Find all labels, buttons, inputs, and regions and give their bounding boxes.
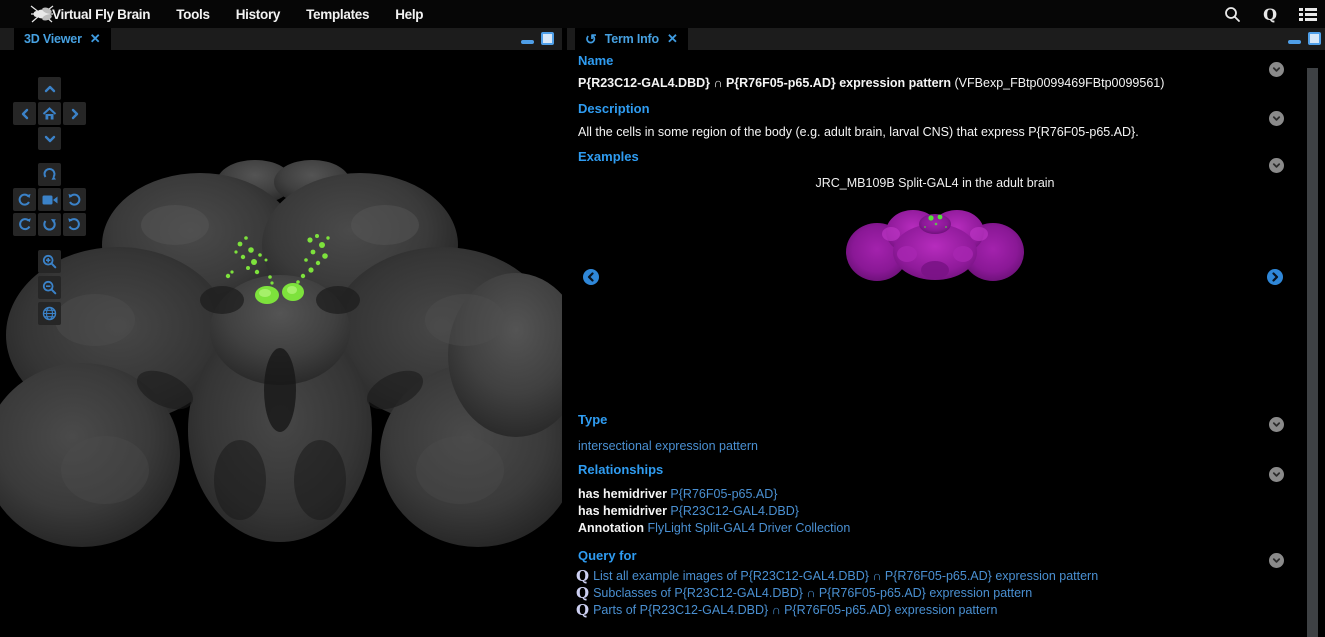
query-q-icon: Q xyxy=(576,567,589,585)
term-info-titlebar: ↺ Term Info ✕ xyxy=(567,28,1325,50)
type-section-header: Type xyxy=(578,412,607,427)
vfb-fly-logo-icon[interactable] xyxy=(28,2,56,26)
roll-reset-button[interactable] xyxy=(38,213,61,236)
pan-right-button[interactable] xyxy=(63,102,86,125)
term-info-content: Name P{R23C12-GAL4.DBD} ∩ P{R76F05-p65.A… xyxy=(567,50,1325,637)
relationship-label: has hemidriver xyxy=(578,487,667,501)
tab-3d-viewer[interactable]: 3D Viewer ✕ xyxy=(14,28,111,50)
viewer-3d-canvas[interactable] xyxy=(0,50,562,637)
query-link[interactable]: List all example images of P{R23C12-GAL4… xyxy=(593,569,1098,583)
example-brain-thumbnail[interactable] xyxy=(845,194,1025,290)
query-icon[interactable]: Q xyxy=(1263,5,1277,24)
tab-term-info[interactable]: ↺ Term Info ✕ xyxy=(575,28,688,50)
tab-term-info-label: Term Info xyxy=(605,32,659,46)
relationship-label: Annotation xyxy=(578,521,644,535)
zoom-in-button[interactable] xyxy=(38,250,61,273)
relationship-label: has hemidriver xyxy=(578,504,667,518)
relationship-row: has hemidriver P{R23C12-GAL4.DBD} xyxy=(578,504,799,518)
term-description-value: All the cells in some region of the body… xyxy=(578,125,1139,139)
viewer-maximize-icon[interactable] xyxy=(541,32,554,45)
home-button[interactable] xyxy=(38,102,61,125)
pan-left-button[interactable] xyxy=(13,102,36,125)
relationships-collapse-chevron-icon[interactable] xyxy=(1269,467,1284,482)
query-link[interactable]: Subclasses of P{R23C12-GAL4.DBD} ∩ P{R76… xyxy=(593,586,1032,600)
rotate-reset-button[interactable] xyxy=(38,163,61,186)
query-row: Q Subclasses of P{R23C12-GAL4.DBD} ∩ P{R7… xyxy=(576,584,1032,602)
relationship-link[interactable]: FlyLight Split-GAL4 Driver Collection xyxy=(647,521,850,535)
3d-viewer-panel: 3D Viewer ✕ xyxy=(0,28,562,637)
query-q-icon: Q xyxy=(576,584,589,602)
history-icon[interactable]: ↺ xyxy=(585,31,597,48)
results-list-icon[interactable] xyxy=(1299,7,1317,22)
query-for-collapse-chevron-icon[interactable] xyxy=(1269,553,1284,568)
description-section-header: Description xyxy=(578,101,650,116)
term-info-scrollbar[interactable] xyxy=(1307,68,1318,637)
pan-up-button[interactable] xyxy=(38,77,61,100)
name-section-header: Name xyxy=(578,53,613,68)
search-icon[interactable] xyxy=(1224,6,1241,23)
viewer-minimize-icon[interactable] xyxy=(521,40,534,44)
examples-section-header: Examples xyxy=(578,149,639,164)
roll-cw-button[interactable] xyxy=(63,213,86,236)
relationship-link[interactable]: P{R76F05-p65.AD} xyxy=(670,487,777,501)
query-row: Q List all example images of P{R23C12-GAL… xyxy=(576,567,1098,585)
top-menubar: Virtual Fly Brain Tools History Template… xyxy=(0,0,1325,28)
term-name-bold: P{R23C12-GAL4.DBD} ∩ P{R76F05-p65.AD} ex… xyxy=(578,76,951,90)
pan-down-button[interactable] xyxy=(38,127,61,150)
term-name-id: (VFBexp_FBtp0099469FBtp0099561) xyxy=(951,76,1164,90)
tab-3d-viewer-label: 3D Viewer xyxy=(24,32,82,46)
query-q-icon: Q xyxy=(576,601,589,619)
viewer-titlebar: 3D Viewer ✕ xyxy=(0,28,562,50)
tab-3d-viewer-close-icon[interactable]: ✕ xyxy=(90,31,101,47)
zoom-out-button[interactable] xyxy=(38,276,61,299)
type-value-link: intersectional expression pattern xyxy=(578,439,758,453)
query-row: Q Parts of P{R23C12-GAL4.DBD} ∩ P{R76F05-… xyxy=(576,601,997,619)
type-collapse-chevron-icon[interactable] xyxy=(1269,417,1284,432)
menu-help[interactable]: Help xyxy=(395,7,423,22)
relationship-row: Annotation FlyLight Split-GAL4 Driver Co… xyxy=(578,521,850,535)
menu-tools[interactable]: Tools xyxy=(176,7,210,22)
query-link[interactable]: Parts of P{R23C12-GAL4.DBD} ∩ P{R76F05-p… xyxy=(593,603,997,617)
menu-templates[interactable]: Templates xyxy=(306,7,369,22)
examples-collapse-chevron-icon[interactable] xyxy=(1269,158,1284,173)
example-image-caption: JRC_MB109B Split-GAL4 in the adult brain xyxy=(567,176,1303,190)
description-collapse-chevron-icon[interactable] xyxy=(1269,111,1284,126)
wireframe-globe-button[interactable] xyxy=(38,302,61,325)
term-info-maximize-icon[interactable] xyxy=(1308,32,1321,45)
query-for-section-header: Query for xyxy=(578,548,637,563)
relationships-section-header: Relationships xyxy=(578,462,663,477)
rotate-cw-button[interactable] xyxy=(63,188,86,211)
menu-history[interactable]: History xyxy=(236,7,280,22)
term-info-panel: ↺ Term Info ✕ Name P{R23C12-GAL4.DBD} ∩ … xyxy=(567,28,1325,637)
next-example-button[interactable] xyxy=(1267,269,1283,285)
rotate-ccw-button[interactable] xyxy=(13,188,36,211)
type-link[interactable]: intersectional expression pattern xyxy=(578,439,758,453)
roll-ccw-button[interactable] xyxy=(13,213,36,236)
tab-term-info-close-icon[interactable]: ✕ xyxy=(667,31,678,47)
menu-virtual-fly-brain[interactable]: Virtual Fly Brain xyxy=(52,7,150,22)
camera-button[interactable] xyxy=(38,188,61,211)
relationship-link[interactable]: P{R23C12-GAL4.DBD} xyxy=(670,504,799,518)
main-menu: Virtual Fly Brain Tools History Template… xyxy=(52,7,423,22)
term-name-value: P{R23C12-GAL4.DBD} ∩ P{R76F05-p65.AD} ex… xyxy=(578,76,1164,90)
relationship-row: has hemidriver P{R76F05-p65.AD} xyxy=(578,487,777,501)
term-info-minimize-icon[interactable] xyxy=(1288,40,1301,44)
previous-example-button[interactable] xyxy=(583,269,599,285)
name-collapse-chevron-icon[interactable] xyxy=(1269,62,1284,77)
